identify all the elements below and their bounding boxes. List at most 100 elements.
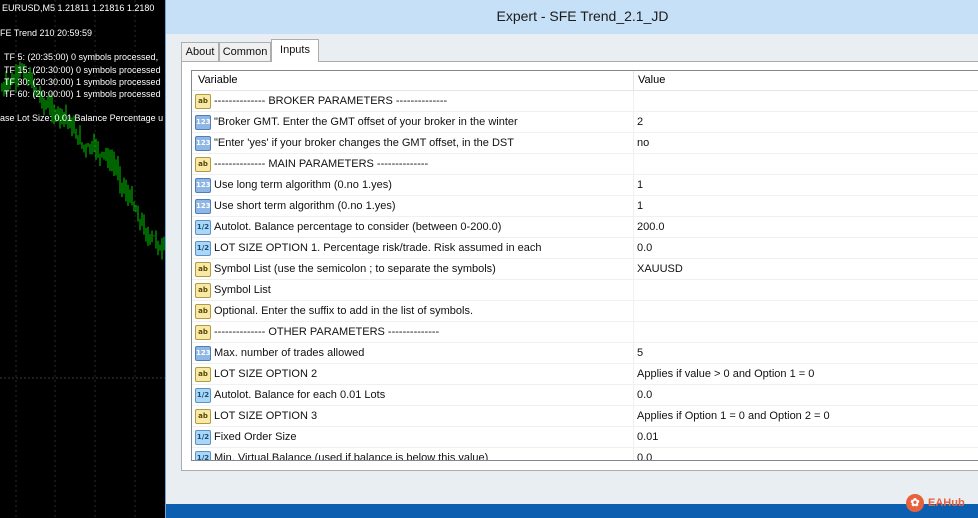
string-type-icon: ab [195,262,211,277]
cell-divider [633,154,634,174]
double-type-icon: 1/2 [195,388,211,403]
cell-divider [633,280,634,300]
grid-rows: ab -------------- BROKER PARAMETERS -----… [192,91,978,461]
input-variable-name: Symbol List (use the semicolon ; to sepa… [214,263,496,275]
watermark-text: EAHub [928,497,965,509]
input-variable-name: -------------- MAIN PARAMETERS ---------… [214,158,429,170]
input-variable-name: Use long term algorithm (0.no 1.yes) [214,179,392,191]
integer-type-icon: 123 [195,115,211,130]
input-variable-name: Min. Virtual Balance (used if balance is… [214,452,489,461]
input-variable-name: Autolot. Balance for each 0.01 Lots [214,389,386,401]
input-row[interactable]: 1/2 Fixed Order Size 0.01 [192,427,978,448]
string-type-icon: ab [195,409,211,424]
input-value-cell[interactable]: 0.0 [637,389,652,401]
input-value-cell[interactable]: 5 [637,347,643,359]
double-type-icon: 1/2 [195,241,211,256]
input-variable-name: Max. number of trades allowed [214,347,365,359]
chart-tf-line: TF 30: (20:30:00) 1 symbols processed [4,77,161,87]
tab-inputs[interactable]: Inputs [271,39,319,62]
input-value-cell[interactable]: Applies if Option 1 = 0 and Option 2 = 0 [637,410,830,422]
cell-divider [633,322,634,342]
input-value-cell[interactable]: 1 [637,179,643,191]
cell-divider [633,196,634,216]
input-value-cell[interactable]: 0.0 [637,452,652,460]
string-type-icon: ab [195,157,211,172]
input-row[interactable]: ab Symbol List [192,280,978,301]
inputs-grid[interactable]: Variable Value ab -------------- BROKER P… [191,70,978,461]
input-value-cell[interactable]: 0.0 [637,242,652,254]
input-value-cell[interactable]: XAUUSD [637,263,683,275]
cell-divider [633,301,634,321]
cell-divider [633,238,634,258]
input-row[interactable]: 1/2 Autolot. Balance for each 0.01 Lots 0.… [192,385,978,406]
watermark-logo-icon: ✿ [906,494,924,512]
input-row[interactable]: 123 "Enter 'yes' if your broker changes t… [192,133,978,154]
chart-symbol-header: EURUSD,M5 1.21811 1.21816 1.2180 [2,3,155,13]
input-variable-name: -------------- BROKER PARAMETERS -------… [214,95,448,107]
cell-divider [633,91,634,111]
dialog-bottom-bar [166,504,978,518]
input-row[interactable]: 1/2 LOT SIZE OPTION 1. Percentage risk/tr… [192,238,978,259]
grid-header: Variable Value [192,71,978,91]
input-variable-name: "Enter 'yes' if your broker changes the … [214,137,514,149]
input-row[interactable]: ab LOT SIZE OPTION 3 Applies if Option 1 =… [192,406,978,427]
input-row[interactable]: ab LOT SIZE OPTION 2 Applies if value > 0 … [192,364,978,385]
input-variable-name: Autolot. Balance percentage to consider … [214,221,502,233]
input-value-cell[interactable]: no [637,137,649,149]
input-row[interactable]: ab -------------- BROKER PARAMETERS -----… [192,91,978,112]
column-divider[interactable] [633,71,634,90]
string-type-icon: ab [195,325,211,340]
input-value-cell[interactable]: 200.0 [637,221,665,233]
input-row[interactable]: ab Symbol List (use the semicolon ; to se… [192,259,978,280]
column-header-variable[interactable]: Variable [198,74,238,86]
tab-about[interactable]: About [181,42,219,61]
cell-divider [633,427,634,447]
double-type-icon: 1/2 [195,220,211,235]
string-type-icon: ab [195,283,211,298]
input-row[interactable]: 123 Max. number of trades allowed 5 [192,343,978,364]
input-variable-name: LOT SIZE OPTION 1. Percentage risk/trade… [214,242,542,254]
chart-tf-line: TF 5: (20:35:00) 0 symbols processed, [4,52,159,62]
cell-divider [633,448,634,460]
input-row[interactable]: ab Optional. Enter the suffix to add in t… [192,301,978,322]
cell-divider [633,406,634,426]
input-variable-name: "Broker GMT. Enter the GMT offset of you… [214,116,518,128]
chart-lot-line: ase Lot Size: 0.01 Balance Percentage u [0,113,164,123]
integer-type-icon: 123 [195,136,211,151]
input-row[interactable]: 1/2 Autolot. Balance percentage to consid… [192,217,978,238]
cell-divider [633,217,634,237]
input-row[interactable]: 123 Use long term algorithm (0.no 1.yes) 1 [192,175,978,196]
cell-divider [633,112,634,132]
expert-properties-dialog: Expert - SFE Trend_2.1_JD About Common I… [165,0,978,518]
input-variable-name: -------------- OTHER PARAMETERS --------… [214,326,440,338]
cell-divider [633,175,634,195]
chart-tf-line: TF 60: (20:00:00) 1 symbols processed [4,89,161,99]
chart-tf-line: TF 15: (20:30:00) 0 symbols processed [4,65,161,75]
cell-divider [633,259,634,279]
input-value-cell[interactable]: 1 [637,200,643,212]
double-type-icon: 1/2 [195,430,211,445]
cell-divider [633,343,634,363]
chart-ea-label: FE Trend 210 20:59:59 [0,28,93,38]
input-row[interactable]: ab -------------- OTHER PARAMETERS ------… [192,322,978,343]
input-row[interactable]: 123 "Broker GMT. Enter the GMT offset of … [192,112,978,133]
input-variable-name: LOT SIZE OPTION 3 [214,410,318,422]
dialog-titlebar[interactable]: Expert - SFE Trend_2.1_JD [166,0,978,35]
integer-type-icon: 123 [195,346,211,361]
tab-common[interactable]: Common [219,42,271,61]
input-variable-name: Use short term algorithm (0.no 1.yes) [214,200,396,212]
input-row[interactable]: 1/2 Min. Virtual Balance (used if balance… [192,448,978,461]
integer-type-icon: 123 [195,178,211,193]
input-row[interactable]: ab -------------- MAIN PARAMETERS -------… [192,154,978,175]
cell-divider [633,364,634,384]
input-value-cell[interactable]: Applies if value > 0 and Option 1 = 0 [637,368,814,380]
double-type-icon: 1/2 [195,451,211,460]
input-variable-name: Symbol List [214,284,271,296]
dialog-title: Expert - SFE Trend_2.1_JD [496,8,669,24]
input-row[interactable]: 123 Use short term algorithm (0.no 1.yes)… [192,196,978,217]
input-value-cell[interactable]: 2 [637,116,643,128]
column-header-value[interactable]: Value [638,74,665,86]
input-value-cell[interactable]: 0.01 [637,431,658,443]
cell-divider [633,133,634,153]
string-type-icon: ab [195,367,211,382]
